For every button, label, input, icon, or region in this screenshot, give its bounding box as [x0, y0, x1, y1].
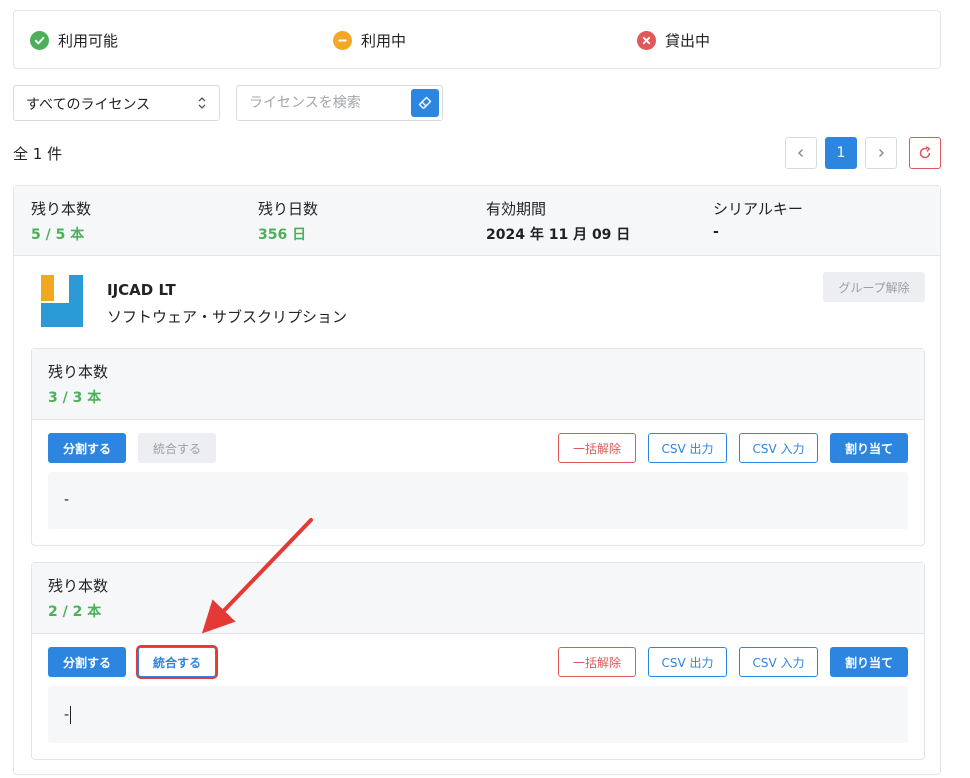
assign-button[interactable]: 割り当て	[830, 647, 908, 677]
serial-stat: シリアルキー -	[713, 198, 803, 240]
chevron-right-icon	[879, 149, 884, 157]
validity-stat: 有効期間 2024 年 11 月 09 日	[486, 198, 630, 244]
license-search	[236, 85, 443, 121]
legend-in-use-label: 利用中	[361, 32, 407, 50]
split-button[interactable]: 分割する	[48, 433, 126, 463]
remaining-count-value: 5 / 5 本	[31, 227, 85, 243]
remaining-days-stat: 残り日数 356 日	[258, 198, 318, 244]
minus-circle-icon	[333, 31, 352, 50]
merge-button[interactable]: 統合する	[138, 647, 216, 677]
serial-list: -	[48, 686, 908, 743]
group-remaining-label: 残り本数	[48, 363, 109, 381]
csv-import-button[interactable]: CSV 入力	[739, 433, 818, 463]
legend-lent: 貸出中	[637, 30, 710, 51]
status-legend: 利用可能 利用中 貸出中	[13, 10, 941, 69]
remaining-count-label: 残り本数	[31, 200, 92, 218]
csv-import-button[interactable]: CSV 入力	[739, 647, 818, 677]
chevron-updown-icon	[198, 97, 206, 109]
clear-search-button[interactable]	[411, 89, 439, 117]
serial-value: -	[713, 224, 719, 240]
legend-lent-label: 貸出中	[665, 32, 711, 50]
license-group: 残り本数 2 / 2 本 分割する 統合する 一括解除 CSV 出力 CSV 入…	[31, 562, 925, 760]
group-remaining-value: 2 / 2 本	[48, 604, 102, 620]
remaining-days-value: 356 日	[258, 227, 307, 243]
legend-in-use: 利用中	[333, 30, 406, 51]
validity-value: 2024 年 11 月 09 日	[486, 227, 631, 243]
chevron-left-icon	[798, 149, 803, 157]
csv-export-button[interactable]: CSV 出力	[648, 647, 727, 677]
remaining-days-label: 残り日数	[258, 200, 319, 218]
ungroup-button[interactable]: グループ解除	[823, 272, 925, 302]
eraser-icon	[418, 96, 432, 109]
csv-export-button[interactable]: CSV 出力	[648, 433, 727, 463]
product-type: ソフトウェア・サブスクリプション	[107, 308, 348, 326]
license-card: 残り本数 5 / 5 本 残り日数 356 日 有効期間 2024 年 11 月…	[13, 185, 941, 775]
product-name: IJCAD LT	[107, 281, 176, 299]
serial-text: -	[64, 707, 70, 723]
page-1-button[interactable]: 1	[825, 137, 857, 169]
x-circle-icon	[637, 31, 656, 50]
group-body: 分割する 統合する 一括解除 CSV 出力 CSV 入力 割り当て -	[32, 420, 924, 545]
group-body: 分割する 統合する 一括解除 CSV 出力 CSV 入力 割り当て -	[32, 634, 924, 759]
text-cursor	[70, 706, 72, 724]
bulk-release-button[interactable]: 一括解除	[558, 647, 636, 677]
serial-label: シリアルキー	[713, 200, 803, 218]
check-circle-icon	[30, 31, 49, 50]
refresh-icon	[919, 146, 931, 159]
group-header: 残り本数 2 / 2 本	[32, 563, 924, 634]
validity-label: 有効期間	[486, 200, 547, 218]
ijcad-logo	[41, 275, 83, 327]
legend-available: 利用可能	[30, 30, 118, 51]
refresh-button[interactable]	[909, 137, 941, 169]
next-page-button[interactable]	[865, 137, 897, 169]
split-button[interactable]: 分割する	[48, 647, 126, 677]
group-header: 残り本数 3 / 3 本	[32, 349, 924, 420]
license-summary: 残り本数 5 / 5 本 残り日数 356 日 有効期間 2024 年 11 月…	[14, 186, 940, 256]
legend-available-label: 利用可能	[58, 32, 119, 50]
license-filter-select[interactable]: すべてのライセンス	[13, 85, 220, 121]
group-remaining-value: 3 / 3 本	[48, 390, 102, 406]
license-filter-value: すべてのライセンス	[26, 97, 151, 113]
license-group: 残り本数 3 / 3 本 分割する 統合する 一括解除 CSV 出力 CSV 入…	[31, 348, 925, 546]
license-search-input[interactable]	[237, 86, 405, 120]
prev-page-button[interactable]	[785, 137, 817, 169]
bulk-release-button[interactable]: 一括解除	[558, 433, 636, 463]
serial-list: -	[48, 472, 908, 529]
group-remaining-label: 残り本数	[48, 577, 109, 595]
result-count: 全 1 件	[13, 145, 63, 163]
remaining-count-stat: 残り本数 5 / 5 本	[31, 198, 91, 244]
assign-button[interactable]: 割り当て	[830, 433, 908, 463]
merge-button[interactable]: 統合する	[138, 433, 216, 463]
